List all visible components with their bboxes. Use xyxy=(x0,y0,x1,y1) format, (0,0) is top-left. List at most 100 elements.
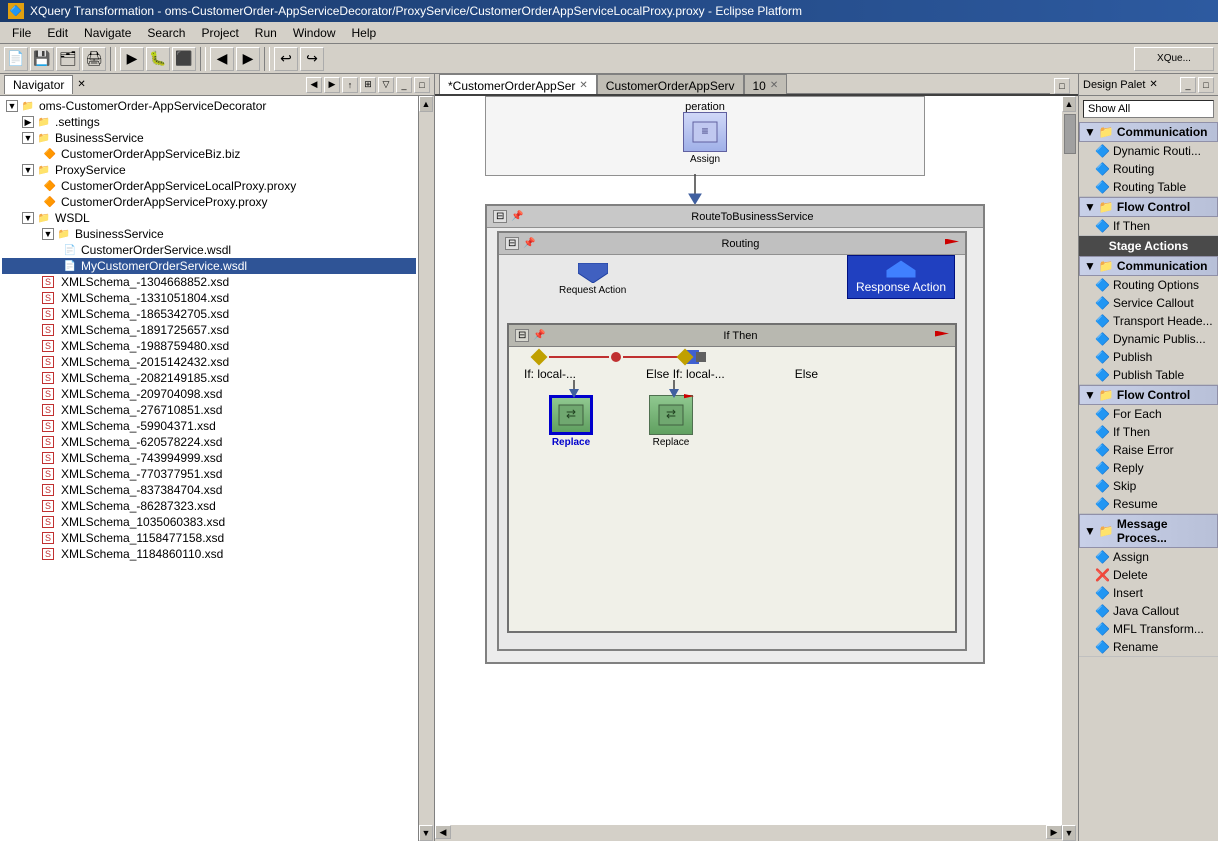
toggle-settings[interactable]: ▶ xyxy=(22,116,34,128)
canvas-scrollbar-h[interactable]: ◀ ▶ xyxy=(435,825,1062,841)
back-button[interactable]: ◀ xyxy=(210,47,234,71)
menu-edit[interactable]: Edit xyxy=(39,24,76,42)
palette-flow-header[interactable]: ▼ 📁 Flow Control xyxy=(1079,197,1218,217)
tree-node-xsd6[interactable]: S XMLSchema_-2015142432.xsd xyxy=(2,354,416,370)
palette-flow2-header[interactable]: ▼ 📁 Flow Control xyxy=(1079,385,1218,405)
palette-search-input[interactable] xyxy=(1083,100,1214,118)
nav-scroll-down[interactable]: ▼ xyxy=(419,825,433,841)
palette-max-btn[interactable]: □ xyxy=(1198,77,1214,93)
palette-item-raise-error[interactable]: 🔷 Raise Error xyxy=(1079,441,1218,459)
canvas-scroll-thumb[interactable] xyxy=(1064,114,1076,154)
editor-tab-3[interactable]: 10 ✕ xyxy=(744,74,788,94)
editor-tab-1-close[interactable]: ✕ xyxy=(579,80,587,91)
nav-min-btn[interactable]: _ xyxy=(396,77,412,93)
palette-comm2-header[interactable]: ▼ 📁 Communication xyxy=(1079,256,1218,276)
nav-scroll-up[interactable]: ▲ xyxy=(419,96,433,112)
tree-node-settings[interactable]: ▶ 📁 .settings xyxy=(2,114,416,130)
canvas-scroll-left[interactable]: ◀ xyxy=(435,825,451,839)
ifthen-collapse-btn[interactable]: ⊟ xyxy=(515,329,529,342)
palette-item-transport-header[interactable]: 🔷 Transport Heade... xyxy=(1079,312,1218,330)
palette-item-service-callout[interactable]: 🔷 Service Callout xyxy=(1079,294,1218,312)
canvas-scroll-down[interactable]: ▼ xyxy=(1062,825,1076,841)
editor-tab-2[interactable]: CustomerOrderAppServ xyxy=(597,74,744,94)
save-button[interactable]: 💾 xyxy=(30,47,54,71)
palette-item-publish-table[interactable]: 🔷 Publish Table xyxy=(1079,366,1218,384)
new-button[interactable]: 📄 xyxy=(4,47,28,71)
palette-item-routing-table[interactable]: 🔷 Routing Table xyxy=(1079,178,1218,196)
editor-max-btn[interactable]: □ xyxy=(1054,78,1070,94)
toggle-proxy[interactable]: ▼ xyxy=(22,164,34,176)
nav-up-btn[interactable]: ↑ xyxy=(342,77,358,93)
tree-node-xsd7[interactable]: S XMLSchema_-2082149185.xsd xyxy=(2,370,416,386)
tree-node-wsdl1[interactable]: 📄 CustomerOrderService.wsdl xyxy=(2,242,416,258)
undo-button[interactable]: ↩ xyxy=(274,47,298,71)
tree-node-wsdl-bs[interactable]: ▼ 📁 BusinessService xyxy=(2,226,416,242)
routing-collapse-btn[interactable]: ⊟ xyxy=(505,237,519,250)
menu-window[interactable]: Window xyxy=(285,24,344,42)
tree-node-xsd15[interactable]: S XMLSchema_-86287323.xsd xyxy=(2,498,416,514)
tree-node-proxy[interactable]: ▼ 📁 ProxyService xyxy=(2,162,416,178)
tree-node-xsd17[interactable]: S XMLSchema_1158477158.xsd xyxy=(2,530,416,546)
palette-item-rename[interactable]: 🔷 Rename xyxy=(1079,638,1218,656)
tree-node-proxy1[interactable]: 🔶 CustomerOrderAppServiceLocalProxy.prox… xyxy=(2,178,416,194)
print-button[interactable]: 🖨 xyxy=(82,47,106,71)
replace-node-2[interactable]: ⇄ Replace xyxy=(649,395,693,448)
canvas-scroll-right[interactable]: ▶ xyxy=(1046,825,1062,839)
stop-button[interactable]: ⬛ xyxy=(172,47,196,71)
palette-min-btn[interactable]: _ xyxy=(1180,77,1196,93)
debug-button[interactable]: 🐛 xyxy=(146,47,170,71)
palette-msgproc-header[interactable]: ▼ 📁 Message Proces... xyxy=(1079,514,1218,548)
route-pin[interactable]: 📌 xyxy=(511,211,523,222)
tree-node-root[interactable]: ▼ 📁 oms-CustomerOrder-AppServiceDecorato… xyxy=(2,98,416,114)
palette-item-routing-options[interactable]: 🔷 Routing Options xyxy=(1079,276,1218,294)
menu-file[interactable]: File xyxy=(4,24,39,42)
tree-node-wsdl[interactable]: ▼ 📁 WSDL xyxy=(2,210,416,226)
response-action-btn[interactable]: Response Action xyxy=(847,255,955,299)
palette-item-delete[interactable]: ❌ Delete xyxy=(1079,566,1218,584)
menu-search[interactable]: Search xyxy=(139,24,193,42)
tree-node-xsd3[interactable]: S XMLSchema_-1865342705.xsd xyxy=(2,306,416,322)
palette-item-skip[interactable]: 🔷 Skip xyxy=(1079,477,1218,495)
ifthen-pin[interactable]: 📌 xyxy=(533,330,545,341)
canvas-scrollbar-v[interactable]: ▲ ▼ xyxy=(1062,96,1078,841)
route-collapse-btn[interactable]: ⊟ xyxy=(493,210,507,223)
palette-item-ifthen[interactable]: 🔷 If Then xyxy=(1079,217,1218,235)
menu-help[interactable]: Help xyxy=(344,24,385,42)
replace-node-1[interactable]: ⇄ Replace xyxy=(549,395,593,448)
save-all-button[interactable]: 🗂 xyxy=(56,47,80,71)
menu-run[interactable]: Run xyxy=(247,24,285,42)
palette-item-foreach[interactable]: 🔷 For Each xyxy=(1079,405,1218,423)
nav-menu-btn[interactable]: ▽ xyxy=(378,77,394,93)
palette-item-mfl-transform[interactable]: 🔷 MFL Transform... xyxy=(1079,620,1218,638)
menu-navigate[interactable]: Navigate xyxy=(76,24,139,42)
palette-item-assign[interactable]: 🔷 Assign xyxy=(1079,548,1218,566)
palette-item-reply[interactable]: 🔷 Reply xyxy=(1079,459,1218,477)
tree-node-xsd12[interactable]: S XMLSchema_-743994999.xsd xyxy=(2,450,416,466)
tree-node-xsd4[interactable]: S XMLSchema_-1891725657.xsd xyxy=(2,322,416,338)
tree-node-bsvc[interactable]: ▼ 📁 BusinessService xyxy=(2,130,416,146)
run-button[interactable]: ▶ xyxy=(120,47,144,71)
redo-button[interactable]: ↪ xyxy=(300,47,324,71)
tree-node-proxy2[interactable]: 🔶 CustomerOrderAppServiceProxy.proxy xyxy=(2,194,416,210)
menu-project[interactable]: Project xyxy=(193,24,246,42)
tree-node-xsd18[interactable]: S XMLSchema_1184860110.xsd xyxy=(2,546,416,562)
navigator-tab[interactable]: Navigator xyxy=(4,75,73,94)
tree-node-xsd9[interactable]: S XMLSchema_-276710851.xsd xyxy=(2,402,416,418)
palette-item-insert[interactable]: 🔷 Insert xyxy=(1079,584,1218,602)
palette-item-dynamic-routing[interactable]: 🔷 Dynamic Routi... xyxy=(1079,142,1218,160)
tree-node-xsd16[interactable]: S XMLSchema_1035060383.xsd xyxy=(2,514,416,530)
tree-node-xsd5[interactable]: S XMLSchema_-1988759480.xsd xyxy=(2,338,416,354)
nav-collapse-btn[interactable]: ⊞ xyxy=(360,77,376,93)
nav-forward-btn[interactable]: ▶ xyxy=(324,77,340,93)
palette-item-dynamic-publish[interactable]: 🔷 Dynamic Publis... xyxy=(1079,330,1218,348)
assign-node-top[interactable]: ≡ Assign xyxy=(683,112,727,165)
tree-node-xsd10[interactable]: S XMLSchema_-59904371.xsd xyxy=(2,418,416,434)
toggle-wsdl[interactable]: ▼ xyxy=(22,212,34,224)
canvas-scroll-up[interactable]: ▲ xyxy=(1062,96,1076,112)
editor-canvas[interactable]: peration ≡ Assign xyxy=(435,96,1078,841)
forward-button[interactable]: ▶ xyxy=(236,47,260,71)
tree-node-xsd2[interactable]: S XMLSchema_-1331051804.xsd xyxy=(2,290,416,306)
palette-item-routing[interactable]: 🔷 Routing xyxy=(1079,160,1218,178)
xquery-button[interactable]: XQue... xyxy=(1134,47,1214,71)
nav-max-btn[interactable]: □ xyxy=(414,77,430,93)
